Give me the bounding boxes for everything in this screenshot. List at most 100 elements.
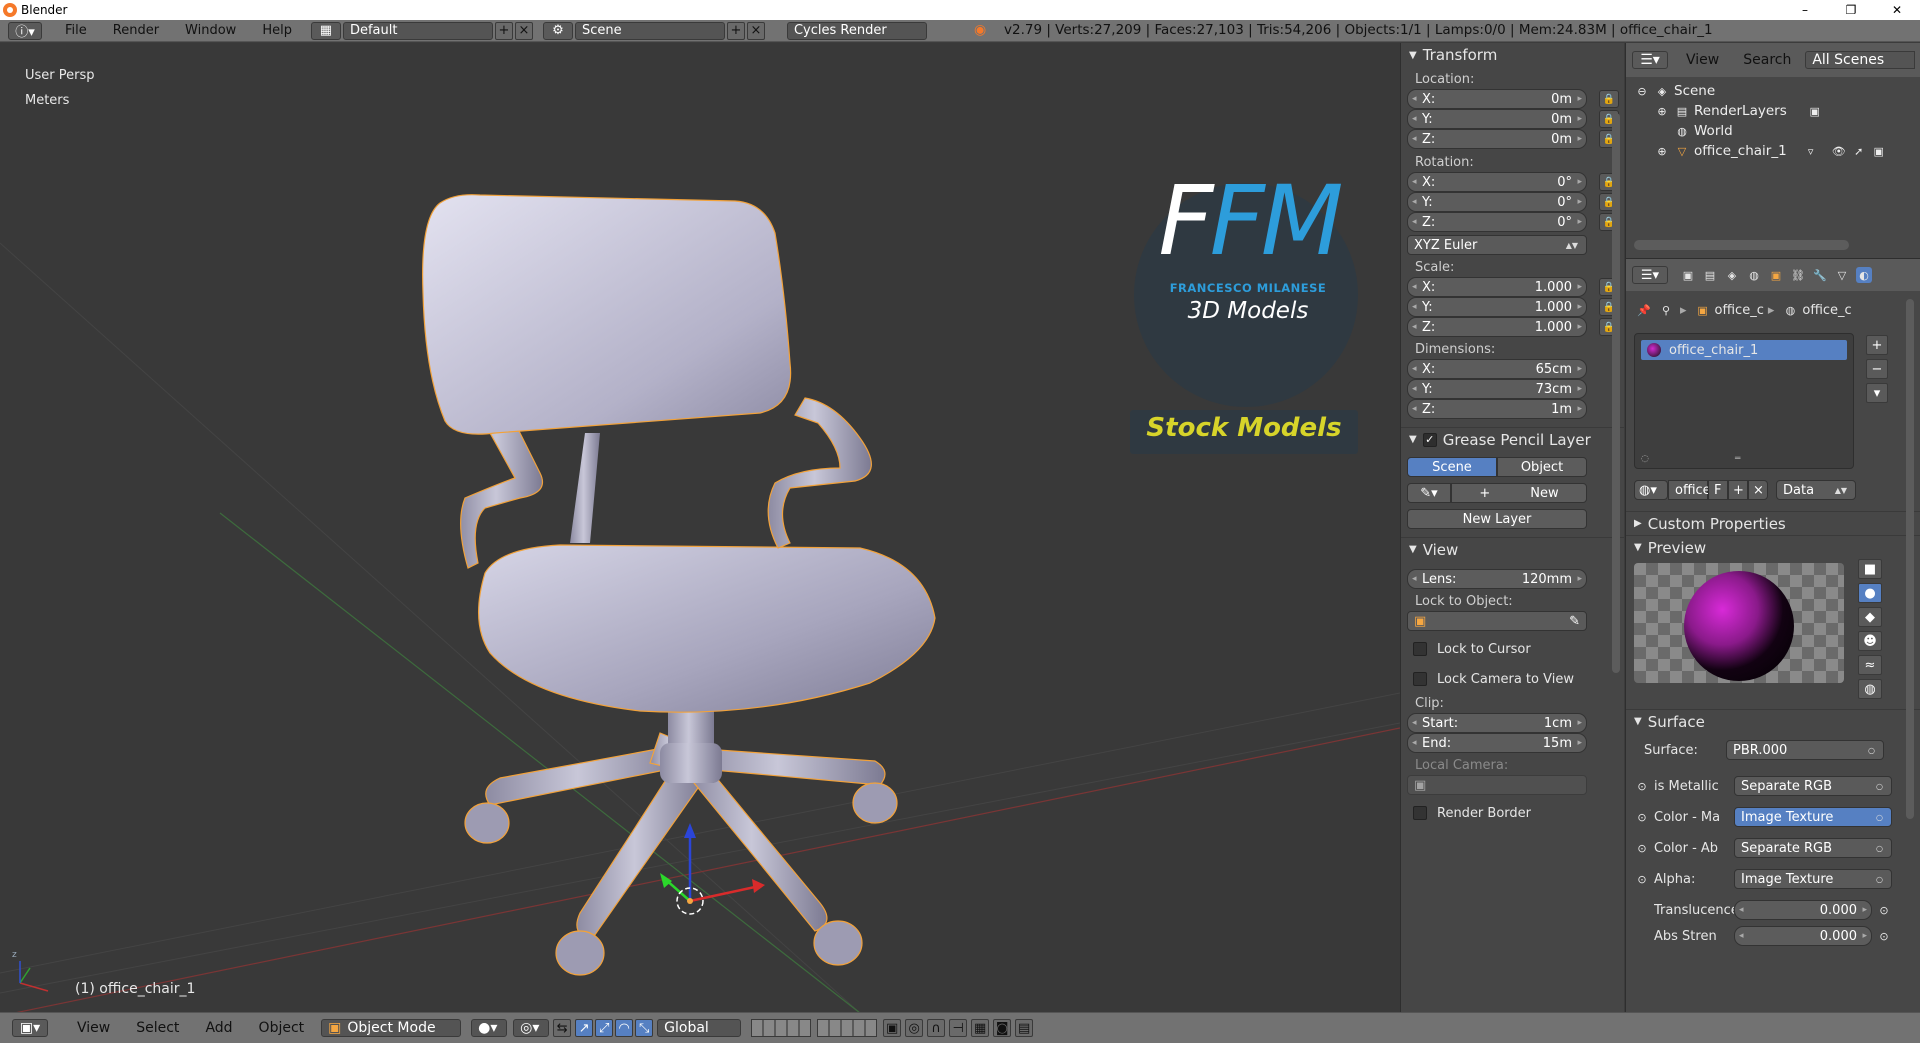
material-slot-item[interactable]: office_chair_1 [1641,340,1847,360]
screen-layout-field[interactable]: Default [342,21,493,40]
menu-file[interactable]: File [52,23,100,38]
expand-icon[interactable]: ⊖ [1634,83,1650,99]
add-slot-icon[interactable]: + [1866,335,1888,355]
translate-manipulator-icon[interactable]: ↗ [575,1019,594,1037]
3d-viewport[interactable]: User Persp Meters (1) office_chair_1 z F… [0,43,1400,1013]
remove-slot-icon[interactable]: − [1866,359,1888,379]
scene-icon[interactable]: ⚙ [542,21,573,40]
input-select-color-ma[interactable]: Image Texture ○ [1734,807,1892,827]
render-border-row[interactable]: Render Border [1413,803,1624,823]
add-scene-icon[interactable]: + [726,21,745,40]
outliner-item-renderlayers[interactable]: ⊕ ▤ RenderLayers ▣ [1626,101,1920,121]
menu-help[interactable]: Help [249,23,305,38]
expand-icon[interactable]: ⊕ [1654,103,1670,119]
outliner-item-world[interactable]: ◍ World [1626,121,1920,141]
breadcrumb-object[interactable]: office_c [1715,303,1764,318]
scale-y-field[interactable]: Y: 1.000 [1407,297,1587,317]
outliner-search-menu[interactable]: Search [1743,52,1791,68]
modifiers-tab-icon[interactable]: 🔧 [1812,267,1828,283]
translucence-field[interactable]: 0.000 [1734,900,1872,920]
lock-layers-icon[interactable]: ▣ [883,1019,902,1037]
input-select-color-ab[interactable]: Separate RGB ○ [1734,838,1892,858]
scene-layers-grid-2[interactable] [817,1019,878,1037]
input-select-alpha[interactable]: Image Texture ○ [1734,869,1892,889]
visibility-eye-icon[interactable]: 👁 [1831,143,1847,159]
rotation-mode-select[interactable]: XYZ Euler ▲▼ [1407,235,1587,255]
close-button[interactable]: ✕ [1874,0,1920,20]
preview-sphere-icon[interactable]: ● [1858,583,1882,603]
view-panel-header[interactable]: ▼ View [1401,537,1624,561]
clip-end-field[interactable]: End: 15m [1407,733,1587,753]
link-socket-icon[interactable]: ⊙ [1634,871,1650,887]
rotation-x-field[interactable]: X: 0° [1407,172,1587,192]
grease-pencil-enable-checkbox[interactable]: ✓ [1422,432,1437,447]
viewport-shading-select[interactable]: ●▾ [471,1019,508,1037]
new-material-icon[interactable]: + [1728,480,1748,500]
snap-target-icon[interactable]: ▦ [971,1019,990,1037]
fake-user-button[interactable]: F [1708,480,1728,500]
gp-new-button[interactable]: + New [1451,483,1587,503]
scale-manipulator-icon[interactable]: ⤡ [635,1019,654,1037]
link-socket-icon[interactable]: ⊙ [1876,902,1892,918]
minimize-button[interactable]: – [1782,0,1828,20]
menu-view[interactable]: View [64,1020,123,1036]
outliner-hscrollbar[interactable] [1634,240,1849,250]
lock-cursor-row[interactable]: Lock to Cursor [1413,639,1624,659]
lock-icon[interactable]: 🔒 [1599,90,1619,108]
render-engine-select[interactable]: Cycles Render [786,21,927,40]
lock-object-field[interactable]: ▣ ✎ [1407,611,1587,631]
editor-type-info-icon[interactable]: ⓘ▾ [8,21,42,40]
render-tab-icon[interactable]: ▣ [1680,267,1696,283]
scene-tab-icon[interactable]: ◈ [1724,267,1740,283]
preview-cube-icon[interactable]: ◆ [1858,607,1882,627]
expand-icon[interactable]: ⊕ [1654,143,1670,159]
link-socket-icon[interactable]: ⊙ [1634,809,1650,825]
rotation-y-field[interactable]: Y: 0° [1407,192,1587,212]
scene-layers-grid-1[interactable] [751,1019,812,1037]
eyedropper-icon[interactable]: ✎ [1569,614,1580,629]
editor-type-outliner-icon[interactable]: ☰▾ [1632,51,1668,69]
dimensions-z-field[interactable]: Z: 1m [1407,399,1587,419]
render-animation-icon[interactable]: ▤ [1015,1019,1034,1037]
preview-monkey-icon[interactable]: ☻ [1858,631,1882,651]
remove-layout-icon[interactable]: × [514,21,533,40]
location-y-field[interactable]: Y: 0m [1407,109,1587,129]
manipulator-toggle-icon[interactable]: ⇆ [553,1019,572,1037]
maximize-button[interactable]: ❐ [1828,0,1874,20]
outliner-view-menu[interactable]: View [1686,52,1719,68]
scale-z-field[interactable]: Z: 1.000 [1407,317,1587,337]
transform-panel-header[interactable]: ▼ Transform [1401,43,1624,67]
abs-strength-field[interactable]: 0.000 [1734,926,1872,946]
selectable-arrow-icon[interactable]: ➚ [1851,143,1867,159]
link-socket-icon[interactable]: ⊙ [1634,778,1650,794]
object-tab-icon[interactable]: ▣ [1768,267,1784,283]
breadcrumb-material[interactable]: office_c [1802,303,1851,318]
menu-window[interactable]: Window [172,23,249,38]
proportional-edit-icon[interactable]: ◎ [905,1019,924,1037]
scene-field[interactable]: Scene [574,21,725,40]
lock-camera-row[interactable]: Lock Camera to View [1413,669,1624,689]
list-grip-icon[interactable]: ═ [1735,454,1740,464]
material-name-field[interactable]: office [1668,480,1711,500]
gp-scene-button[interactable]: Scene [1407,457,1497,477]
list-resize-icon[interactable]: ◌ [1641,454,1649,464]
local-camera-field[interactable]: ▣ [1407,775,1587,795]
rotation-z-field[interactable]: Z: 0° [1407,212,1587,232]
lock-camera-checkbox[interactable] [1413,672,1427,686]
menu-render[interactable]: Render [100,23,172,38]
snap-element-icon[interactable]: ⊣ [949,1019,968,1037]
surface-panel-header[interactable]: ▼ Surface [1626,709,1920,733]
outliner-item-scene[interactable]: ⊖ ◈ Scene [1626,81,1920,101]
grease-pencil-panel-header[interactable]: ▼ ✓ Grease Pencil Layer [1401,427,1624,451]
gp-object-button[interactable]: Object [1497,457,1587,477]
render-preview-icon[interactable]: ◙ [993,1019,1012,1037]
transform-orientation-select[interactable]: Global [657,1019,742,1037]
outliner-item-office-chair[interactable]: ⊕ ▽ office_chair_1 ▿ 👁 ➚ ▣ [1626,141,1920,161]
pin-icon[interactable]: 📌 [1636,302,1652,318]
link-data-select[interactable]: Data ▲▼ [1776,480,1856,500]
lock-cursor-checkbox[interactable] [1413,642,1427,656]
gp-new-layer-button[interactable]: New Layer [1407,509,1587,529]
outliner-filter-select[interactable]: All Scenes [1805,51,1916,69]
move-manipulator-icon[interactable]: ⤢ [595,1019,614,1037]
dimensions-x-field[interactable]: X: 65cm [1407,359,1587,379]
